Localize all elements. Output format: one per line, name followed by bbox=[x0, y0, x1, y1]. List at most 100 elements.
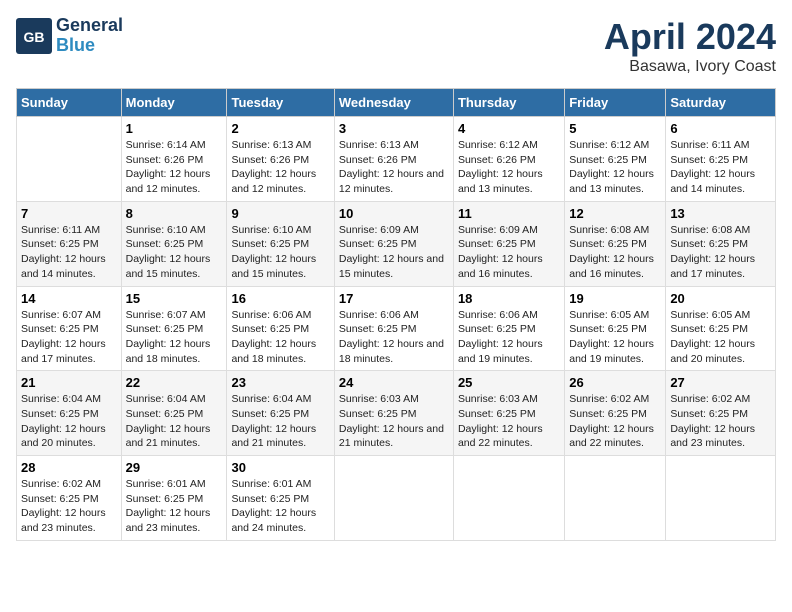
calendar-cell: 9 Sunrise: 6:10 AM Sunset: 6:25 PM Dayli… bbox=[227, 201, 334, 286]
sunset-label: Sunset: 6:25 PM bbox=[21, 238, 99, 250]
calendar-cell: 8 Sunrise: 6:10 AM Sunset: 6:25 PM Dayli… bbox=[121, 201, 227, 286]
day-number: 27 bbox=[670, 375, 771, 390]
sunrise-label: Sunrise: 6:03 AM bbox=[339, 393, 419, 405]
sunrise-label: Sunrise: 6:09 AM bbox=[339, 224, 419, 236]
daylight-label: Daylight: 12 hours and 21 minutes. bbox=[231, 423, 316, 450]
day-number: 29 bbox=[126, 460, 223, 475]
sunrise-label: Sunrise: 6:06 AM bbox=[339, 309, 419, 321]
daylight-label: Daylight: 12 hours and 24 minutes. bbox=[231, 507, 316, 534]
logo-icon: GB bbox=[16, 18, 52, 54]
sunrise-label: Sunrise: 6:03 AM bbox=[458, 393, 538, 405]
day-number: 26 bbox=[569, 375, 661, 390]
daylight-label: Daylight: 12 hours and 14 minutes. bbox=[670, 168, 755, 195]
daylight-label: Daylight: 12 hours and 15 minutes. bbox=[231, 253, 316, 280]
weekday-header-friday: Friday bbox=[565, 89, 666, 117]
sunset-label: Sunset: 6:25 PM bbox=[21, 323, 99, 335]
day-number: 4 bbox=[458, 121, 560, 136]
day-info: Sunrise: 6:07 AM Sunset: 6:25 PM Dayligh… bbox=[126, 308, 223, 367]
sunrise-label: Sunrise: 6:12 AM bbox=[458, 139, 538, 151]
calendar-cell: 29 Sunrise: 6:01 AM Sunset: 6:25 PM Dayl… bbox=[121, 456, 227, 541]
daylight-label: Daylight: 12 hours and 12 minutes. bbox=[231, 168, 316, 195]
sunrise-label: Sunrise: 6:02 AM bbox=[670, 393, 750, 405]
sunrise-label: Sunrise: 6:13 AM bbox=[339, 139, 419, 151]
calendar-cell bbox=[666, 456, 776, 541]
sunset-label: Sunset: 6:25 PM bbox=[231, 493, 309, 505]
sunrise-label: Sunrise: 6:02 AM bbox=[21, 478, 101, 490]
calendar-cell: 13 Sunrise: 6:08 AM Sunset: 6:25 PM Dayl… bbox=[666, 201, 776, 286]
calendar-cell: 10 Sunrise: 6:09 AM Sunset: 6:25 PM Dayl… bbox=[334, 201, 453, 286]
day-number: 23 bbox=[231, 375, 329, 390]
calendar-week-row-1: 1 Sunrise: 6:14 AM Sunset: 6:26 PM Dayli… bbox=[17, 117, 776, 202]
calendar-cell: 11 Sunrise: 6:09 AM Sunset: 6:25 PM Dayl… bbox=[453, 201, 564, 286]
sunrise-label: Sunrise: 6:06 AM bbox=[458, 309, 538, 321]
sunrise-label: Sunrise: 6:04 AM bbox=[231, 393, 311, 405]
day-number: 24 bbox=[339, 375, 449, 390]
day-number: 10 bbox=[339, 206, 449, 221]
sunrise-label: Sunrise: 6:07 AM bbox=[126, 309, 206, 321]
day-number: 2 bbox=[231, 121, 329, 136]
day-info: Sunrise: 6:03 AM Sunset: 6:25 PM Dayligh… bbox=[339, 392, 449, 451]
daylight-label: Daylight: 12 hours and 19 minutes. bbox=[569, 338, 654, 365]
sunrise-label: Sunrise: 6:14 AM bbox=[126, 139, 206, 151]
calendar-cell bbox=[17, 117, 122, 202]
day-info: Sunrise: 6:03 AM Sunset: 6:25 PM Dayligh… bbox=[458, 392, 560, 451]
calendar-cell: 15 Sunrise: 6:07 AM Sunset: 6:25 PM Dayl… bbox=[121, 286, 227, 371]
sunset-label: Sunset: 6:26 PM bbox=[339, 154, 417, 166]
day-number: 1 bbox=[126, 121, 223, 136]
sunset-label: Sunset: 6:25 PM bbox=[458, 238, 536, 250]
sunset-label: Sunset: 6:25 PM bbox=[339, 238, 417, 250]
logo-text-general: General bbox=[56, 16, 123, 36]
day-number: 12 bbox=[569, 206, 661, 221]
sunrise-label: Sunrise: 6:05 AM bbox=[569, 309, 649, 321]
calendar-cell: 19 Sunrise: 6:05 AM Sunset: 6:25 PM Dayl… bbox=[565, 286, 666, 371]
daylight-label: Daylight: 12 hours and 22 minutes. bbox=[458, 423, 543, 450]
sunset-label: Sunset: 6:25 PM bbox=[458, 408, 536, 420]
calendar-week-row-2: 7 Sunrise: 6:11 AM Sunset: 6:25 PM Dayli… bbox=[17, 201, 776, 286]
logo: GB General Blue bbox=[16, 16, 123, 56]
sunrise-label: Sunrise: 6:08 AM bbox=[569, 224, 649, 236]
daylight-label: Daylight: 12 hours and 21 minutes. bbox=[339, 423, 444, 450]
calendar-week-row-4: 21 Sunrise: 6:04 AM Sunset: 6:25 PM Dayl… bbox=[17, 371, 776, 456]
sunset-label: Sunset: 6:25 PM bbox=[126, 408, 204, 420]
day-info: Sunrise: 6:11 AM Sunset: 6:25 PM Dayligh… bbox=[670, 138, 771, 197]
day-info: Sunrise: 6:04 AM Sunset: 6:25 PM Dayligh… bbox=[21, 392, 117, 451]
calendar-cell: 3 Sunrise: 6:13 AM Sunset: 6:26 PM Dayli… bbox=[334, 117, 453, 202]
weekday-header-saturday: Saturday bbox=[666, 89, 776, 117]
day-info: Sunrise: 6:13 AM Sunset: 6:26 PM Dayligh… bbox=[231, 138, 329, 197]
day-number: 14 bbox=[21, 291, 117, 306]
sunrise-label: Sunrise: 6:10 AM bbox=[126, 224, 206, 236]
daylight-label: Daylight: 12 hours and 21 minutes. bbox=[126, 423, 211, 450]
day-number: 25 bbox=[458, 375, 560, 390]
daylight-label: Daylight: 12 hours and 18 minutes. bbox=[231, 338, 316, 365]
day-info: Sunrise: 6:04 AM Sunset: 6:25 PM Dayligh… bbox=[126, 392, 223, 451]
sunrise-label: Sunrise: 6:13 AM bbox=[231, 139, 311, 151]
sunset-label: Sunset: 6:25 PM bbox=[458, 323, 536, 335]
day-info: Sunrise: 6:13 AM Sunset: 6:26 PM Dayligh… bbox=[339, 138, 449, 197]
sunrise-label: Sunrise: 6:11 AM bbox=[670, 139, 749, 151]
daylight-label: Daylight: 12 hours and 16 minutes. bbox=[569, 253, 654, 280]
day-number: 3 bbox=[339, 121, 449, 136]
day-info: Sunrise: 6:12 AM Sunset: 6:25 PM Dayligh… bbox=[569, 138, 661, 197]
calendar-cell: 12 Sunrise: 6:08 AM Sunset: 6:25 PM Dayl… bbox=[565, 201, 666, 286]
weekday-header-sunday: Sunday bbox=[17, 89, 122, 117]
sunset-label: Sunset: 6:25 PM bbox=[126, 238, 204, 250]
day-number: 6 bbox=[670, 121, 771, 136]
day-number: 13 bbox=[670, 206, 771, 221]
calendar-cell bbox=[565, 456, 666, 541]
daylight-label: Daylight: 12 hours and 18 minutes. bbox=[126, 338, 211, 365]
sunrise-label: Sunrise: 6:01 AM bbox=[126, 478, 206, 490]
daylight-label: Daylight: 12 hours and 19 minutes. bbox=[458, 338, 543, 365]
calendar-cell: 26 Sunrise: 6:02 AM Sunset: 6:25 PM Dayl… bbox=[565, 371, 666, 456]
sunset-label: Sunset: 6:25 PM bbox=[670, 238, 748, 250]
calendar-cell: 18 Sunrise: 6:06 AM Sunset: 6:25 PM Dayl… bbox=[453, 286, 564, 371]
sunrise-label: Sunrise: 6:08 AM bbox=[670, 224, 750, 236]
day-number: 28 bbox=[21, 460, 117, 475]
sunset-label: Sunset: 6:25 PM bbox=[126, 323, 204, 335]
sunrise-label: Sunrise: 6:10 AM bbox=[231, 224, 311, 236]
day-info: Sunrise: 6:05 AM Sunset: 6:25 PM Dayligh… bbox=[670, 308, 771, 367]
sunset-label: Sunset: 6:25 PM bbox=[231, 238, 309, 250]
day-number: 15 bbox=[126, 291, 223, 306]
calendar-cell: 28 Sunrise: 6:02 AM Sunset: 6:25 PM Dayl… bbox=[17, 456, 122, 541]
sunrise-label: Sunrise: 6:12 AM bbox=[569, 139, 649, 151]
day-number: 22 bbox=[126, 375, 223, 390]
